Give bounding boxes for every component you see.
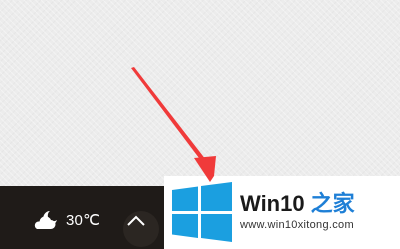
- show-hidden-icons-button[interactable]: [118, 203, 154, 239]
- watermark-title-cn: 之家: [310, 191, 355, 216]
- watermark-title: Win10 之家: [240, 186, 398, 216]
- watermark-url: www.win10xitong.com: [240, 219, 354, 231]
- chevron-up-icon: [127, 215, 145, 226]
- temperature-label: 30℃: [66, 212, 101, 229]
- cloudy-night-icon: [34, 211, 57, 229]
- desktop-background: [0, 0, 400, 186]
- windows-logo-icon: [172, 182, 232, 242]
- watermark-title-text: Win10: [240, 191, 305, 216]
- weather-widget[interactable]: 30℃: [30, 208, 110, 232]
